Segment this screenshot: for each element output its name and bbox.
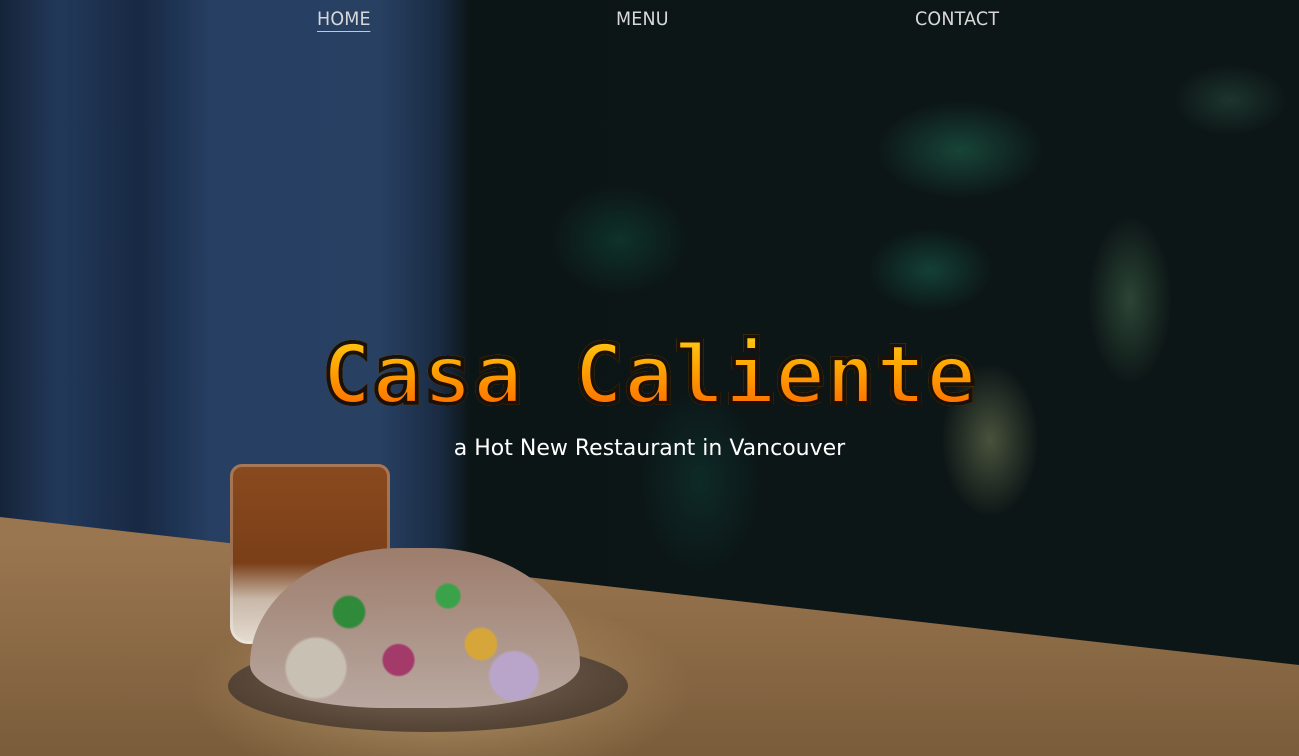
hero-section: HOME MENU CONTACT Casa Caliente a Hot Ne…: [0, 0, 1299, 756]
nav-link-home[interactable]: HOME: [317, 8, 371, 32]
hero-title: Casa Caliente: [0, 326, 1299, 425]
nav-link-contact[interactable]: CONTACT: [915, 8, 999, 30]
nav-link-menu[interactable]: MENU: [616, 8, 669, 30]
hero-subtitle: a Hot New Restaurant in Vancouver: [453, 436, 846, 461]
top-nav: HOME MENU CONTACT: [0, 8, 1299, 38]
